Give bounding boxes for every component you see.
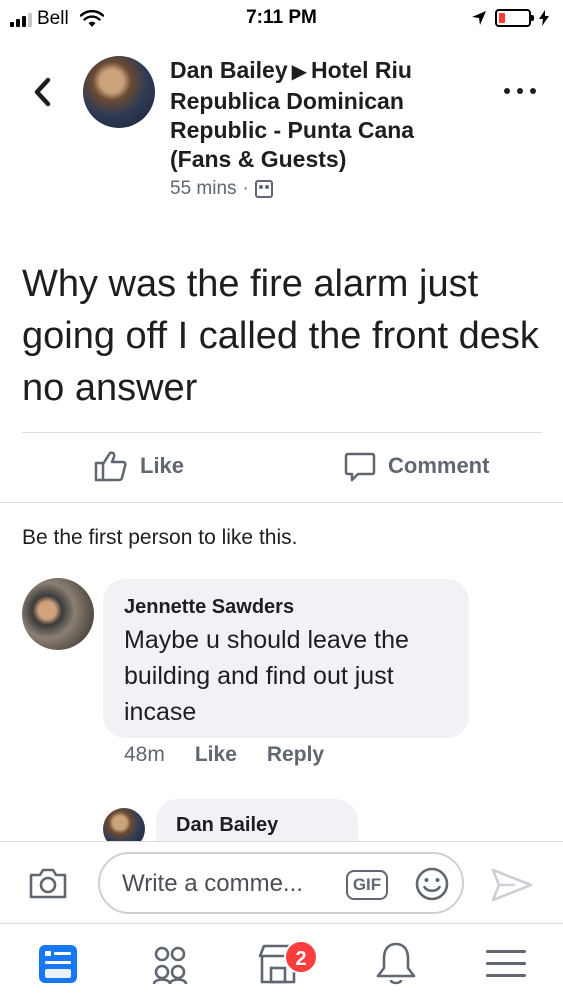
location-arrow-icon [472,11,486,25]
post-body: Why was the fire alarm just going off I … [22,263,539,409]
divider [0,502,563,503]
marketplace-badge: 2 [284,940,318,974]
comment-composer: Write a comme... GIF [0,841,563,923]
reply-author[interactable]: Dan Bailey [176,814,278,837]
notifications-icon[interactable] [372,940,420,988]
comment-bubble-icon [344,452,376,482]
like-button[interactable]: Like [94,450,184,482]
news-feed-icon[interactable] [34,940,82,988]
status-right [471,9,549,27]
menu-icon[interactable] [482,940,530,988]
battery-icon [495,9,534,27]
camera-icon[interactable] [28,866,68,900]
groups-icon[interactable] [146,940,194,988]
post-timestamp[interactable]: 55 mins [170,178,237,200]
comment-text: Maybe u should leave the building and fi… [124,626,409,726]
emoji-icon[interactable] [414,866,450,902]
post-meta: 55 mins · [170,178,273,200]
post-author-name[interactable]: Dan Bailey [170,57,288,83]
thumbs-up-icon [94,451,127,482]
gif-button[interactable]: GIF [346,870,388,900]
send-icon[interactable] [490,866,534,904]
comment-input-placeholder: Write a comme... [122,870,303,897]
group-privacy-icon [254,180,273,198]
comment-label: Comment [388,453,490,478]
comment-author[interactable]: Jennette Sawders [124,596,294,619]
commenter-avatar[interactable] [22,578,94,650]
reactions-summary: Be the first person to like this. [22,526,298,549]
comment-reply-button[interactable]: Reply [267,743,324,767]
comment-input[interactable]: Write a comme... GIF [98,852,464,914]
post-title: Dan Bailey ▶ Hotel Riu Republica Dominican… [170,56,470,174]
comment-actions: 48m Like Reply [124,743,324,767]
more-options-icon[interactable] [504,84,536,98]
divider [22,432,542,433]
status-bar: Bell 7:11 PM [0,0,563,38]
shared-to-arrow-icon: ▶ [291,61,307,83]
bottom-tab-bar: 2 [0,923,563,1000]
comment-button[interactable]: Comment [344,450,489,482]
like-label: Like [140,453,185,478]
comment-timestamp: 48m [124,743,165,766]
comment-like-button[interactable]: Like [195,743,237,767]
charging-bolt-icon [539,10,549,26]
back-chevron-icon[interactable] [28,74,58,110]
meta-separator: · [242,178,249,199]
author-avatar[interactable] [83,56,155,128]
